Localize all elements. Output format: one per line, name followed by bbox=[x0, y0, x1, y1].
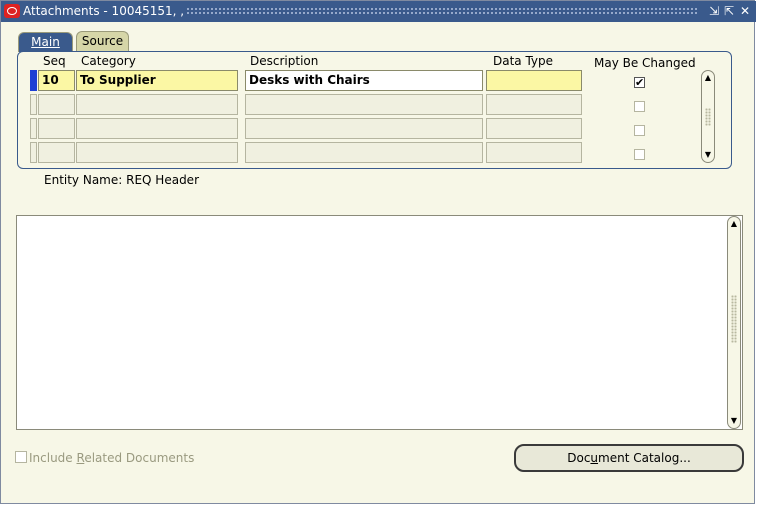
description-field[interactable] bbox=[245, 142, 483, 163]
description-field[interactable]: Desks with Chairs bbox=[245, 70, 483, 91]
header-data-type: Data Type bbox=[493, 54, 554, 68]
tab-main[interactable]: Main bbox=[18, 32, 73, 52]
attachments-window: Attachments - 10045151, , ⇲ ⇱ ✕ Main Sou… bbox=[0, 0, 756, 504]
attachment-content-area[interactable] bbox=[16, 215, 743, 430]
header-may-be-changed: May Be Changed bbox=[594, 56, 696, 70]
include-related-documents-checkbox[interactable]: Include Related Documents bbox=[15, 451, 194, 465]
scroll-grip[interactable] bbox=[731, 295, 737, 343]
header-description: Description bbox=[250, 54, 319, 68]
checkbox-box[interactable] bbox=[15, 451, 27, 463]
document-catalog-pre: Doc bbox=[567, 451, 591, 465]
description-field[interactable] bbox=[245, 94, 483, 115]
category-field[interactable] bbox=[76, 142, 238, 163]
seq-field[interactable]: 10 bbox=[38, 70, 75, 91]
tab-source[interactable]: Source bbox=[76, 31, 129, 51]
include-related-pre: Include bbox=[29, 451, 77, 465]
record-indicator[interactable] bbox=[30, 94, 37, 115]
record-indicator[interactable] bbox=[30, 142, 37, 163]
data-type-field[interactable] bbox=[486, 70, 582, 91]
may-be-changed-checkbox[interactable] bbox=[634, 101, 645, 112]
description-field[interactable] bbox=[245, 118, 483, 139]
header-category: Category bbox=[81, 54, 136, 68]
seq-field[interactable] bbox=[38, 118, 75, 139]
entity-name-label: Entity Name: bbox=[44, 173, 123, 187]
entity-name-value: REQ Header bbox=[126, 173, 199, 187]
document-catalog-post: ment Catalog... bbox=[598, 451, 691, 465]
entity-name-row: Entity Name: REQ Header bbox=[44, 173, 199, 187]
may-be-changed-checkbox[interactable] bbox=[634, 149, 645, 160]
record-indicator[interactable] bbox=[30, 118, 37, 139]
data-type-field[interactable] bbox=[486, 118, 582, 139]
category-field[interactable] bbox=[76, 118, 238, 139]
scroll-up-icon[interactable]: ▲ bbox=[702, 72, 714, 84]
grid-scrollbar[interactable]: ▲ ▼ bbox=[701, 70, 715, 163]
document-catalog-button[interactable]: Document Catalog... bbox=[514, 444, 744, 472]
may-be-changed-checkbox[interactable]: ✔ bbox=[634, 77, 645, 88]
window-title: Attachments - 10045151, , bbox=[23, 4, 185, 18]
scroll-down-icon[interactable]: ▼ bbox=[728, 415, 740, 427]
data-type-field[interactable] bbox=[486, 94, 582, 115]
tab-source-label: Source bbox=[81, 34, 124, 48]
header-seq: Seq bbox=[43, 54, 66, 68]
content-scrollbar[interactable]: ▲ ▼ bbox=[727, 216, 741, 429]
category-field[interactable]: To Supplier bbox=[76, 70, 238, 91]
close-icon[interactable]: ✕ bbox=[738, 4, 752, 18]
include-related-post: elated Documents bbox=[84, 451, 195, 465]
scroll-down-icon[interactable]: ▼ bbox=[702, 149, 714, 161]
document-catalog-mnemonic: u bbox=[590, 451, 599, 465]
data-type-field[interactable] bbox=[486, 142, 582, 163]
category-field[interactable] bbox=[76, 94, 238, 115]
may-be-changed-checkbox[interactable] bbox=[634, 125, 645, 136]
maximize-icon[interactable]: ⇱ bbox=[722, 4, 736, 18]
seq-field[interactable] bbox=[38, 142, 75, 163]
minimize-icon[interactable]: ⇲ bbox=[707, 4, 721, 18]
tab-main-label: Main bbox=[31, 35, 60, 49]
oracle-logo-icon bbox=[4, 4, 20, 18]
scroll-up-icon[interactable]: ▲ bbox=[728, 218, 740, 230]
current-record-indicator[interactable] bbox=[30, 70, 37, 91]
seq-field[interactable] bbox=[38, 94, 75, 115]
scroll-grip[interactable] bbox=[705, 108, 711, 126]
title-drag-grip[interactable] bbox=[186, 7, 698, 16]
title-bar[interactable]: Attachments - 10045151, , ⇲ ⇱ ✕ bbox=[1, 1, 756, 22]
